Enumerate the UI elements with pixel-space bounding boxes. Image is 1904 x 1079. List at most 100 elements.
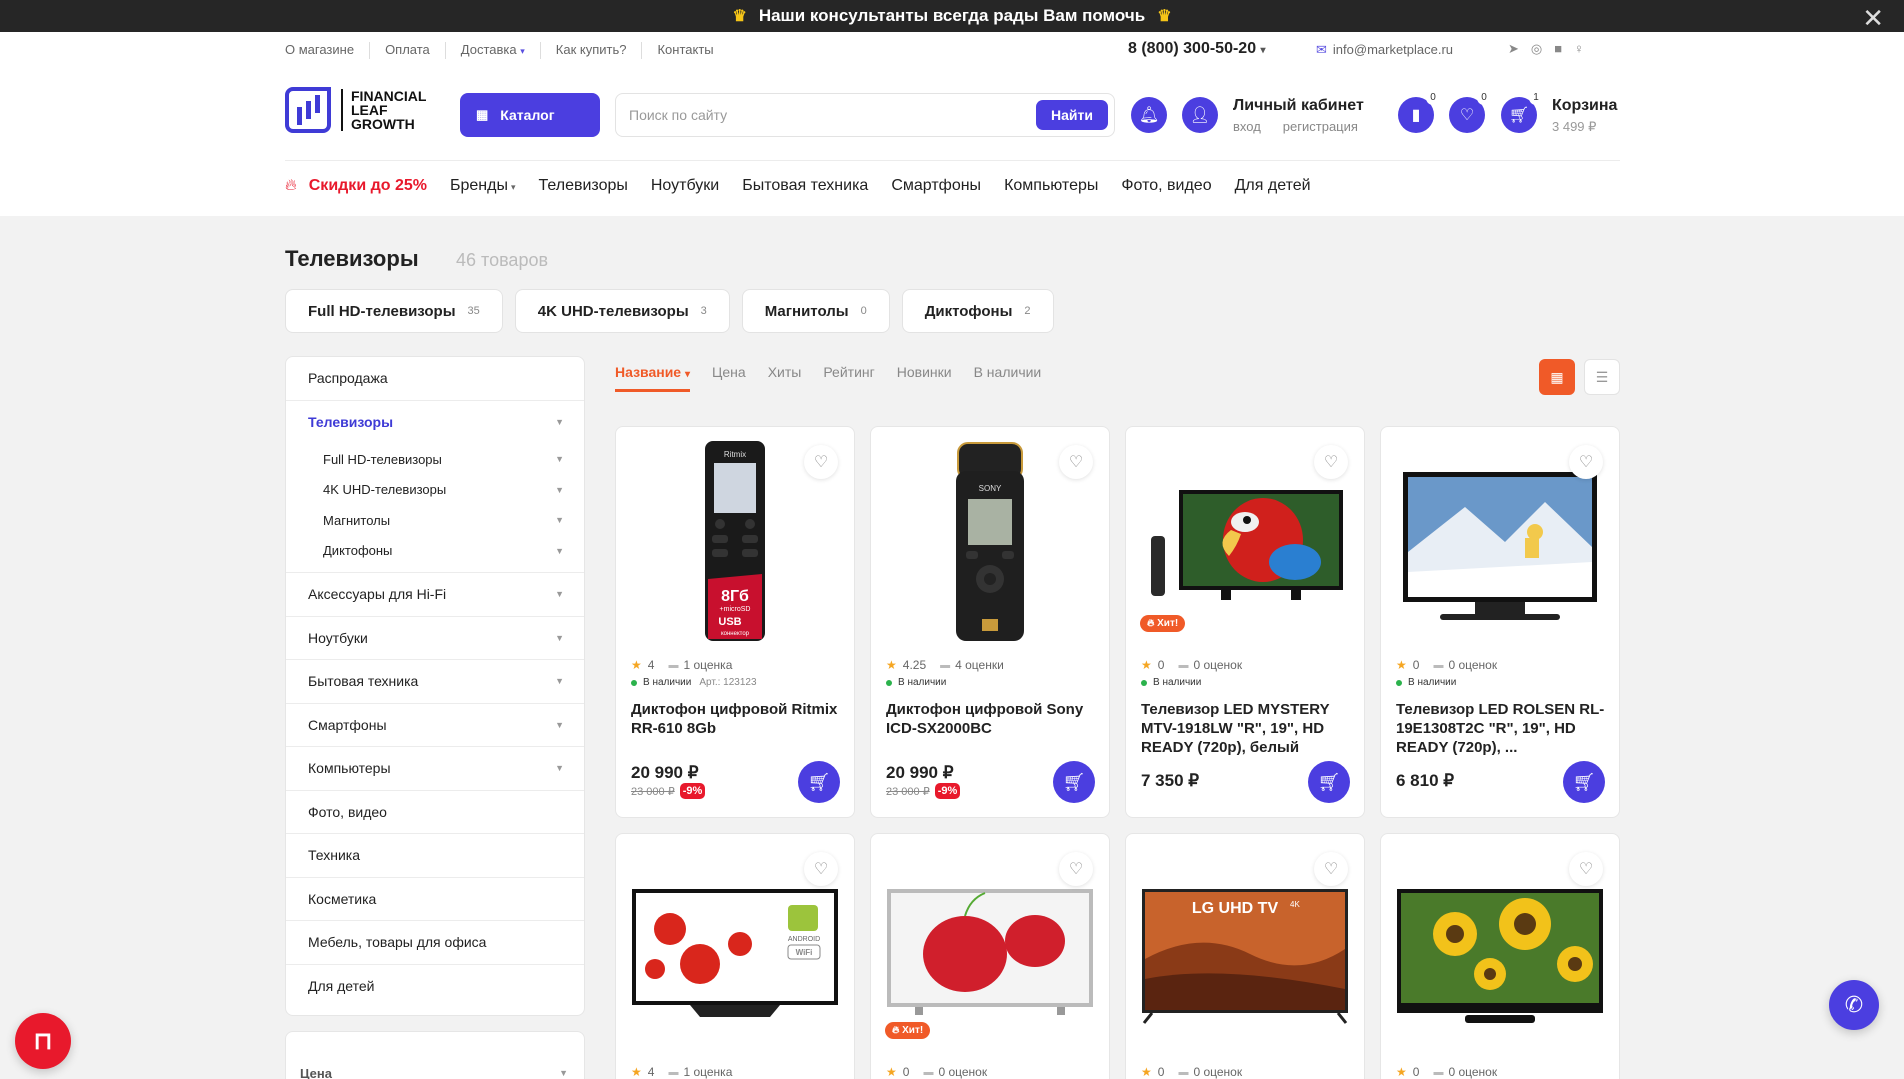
phone-call-icon[interactable]: ✆ — [1829, 980, 1879, 1030]
favorite-heart-icon[interactable]: ♡ — [1314, 445, 1348, 479]
chip-4k[interactable]: 4K UHD-телевизоры 3 — [514, 289, 730, 333]
sort-name[interactable]: Название ▾ — [615, 364, 691, 392]
sort-rating[interactable]: Рейтинг — [823, 364, 874, 392]
sort-in-stock[interactable]: В наличии — [974, 364, 1042, 392]
product-card[interactable]: SONY ♡ ★ 4.25 ▬ 4 оценки В наличии Диктофон… — [870, 426, 1110, 818]
whatsapp-icon[interactable]: ◎ — [1531, 41, 1542, 57]
account-block[interactable]: Личный кабинет вход регистрация — [1233, 97, 1380, 134]
sort-hits[interactable]: Хиты — [768, 364, 802, 392]
favorite-heart-icon[interactable]: ♡ — [1569, 852, 1603, 886]
product-card[interactable]: Ritmix 8Гб +microSD USB коннектор ♡ ★ 4 ▬ 1… — [615, 426, 855, 818]
search-button[interactable]: Найти — [1036, 100, 1108, 130]
sidebar-subitem[interactable]: 4K UHD-телевизоры ▼ — [323, 475, 564, 506]
sidebar-item-sale[interactable]: Распродажа — [286, 357, 584, 401]
sidebar-item-photo[interactable]: Фото, видео — [286, 791, 584, 834]
price-filter[interactable]: Цена ▼ — [285, 1031, 585, 1079]
product-card[interactable]: 🔥︎ Хит! ♡ ★ 0 ▬ 0 оценок В наличии Телевизо… — [1125, 426, 1365, 818]
sidebar-item-hifi[interactable]: Аксессуары для Hi-Fi ▼ — [286, 573, 584, 617]
product-card[interactable]: ♡ ★ 0 ▬ 0 оценок — [1380, 833, 1620, 1079]
nav-tv[interactable]: Телевизоры — [539, 177, 628, 195]
nav-laptops[interactable]: Ноутбуки — [651, 177, 719, 195]
favorite-heart-icon[interactable]: ♡ — [804, 445, 838, 479]
user-icon[interactable]: 👤︎ — [1182, 97, 1218, 133]
product-name[interactable]: Диктофон цифровой Sony ICD-SX2000BC — [886, 700, 1101, 738]
sidebar-item-appliances[interactable]: Бытовая техника ▼ — [286, 660, 584, 704]
chip-fullhd[interactable]: Full HD-телевизоры 35 — [285, 289, 503, 333]
close-icon[interactable]: ✕ — [1862, 3, 1884, 34]
product-name[interactable]: Диктофон цифровой Ritmix RR-610 8Gb — [631, 700, 846, 738]
toplink-how-to-buy[interactable]: Как купить? — [539, 42, 642, 59]
product-price: 20 990 ₽ — [886, 763, 954, 782]
sidebar-subitem[interactable]: Full HD-телевизоры ▼ — [323, 444, 564, 475]
product-card[interactable]: ♡ ★ 0 ▬ 0 оценок В наличии Телевизор LED RO… — [1380, 426, 1620, 818]
sort-price[interactable]: Цена — [712, 364, 746, 392]
stock-status: В наличии — [1396, 677, 1456, 688]
list-view-icon[interactable]: ☰ — [1584, 359, 1620, 395]
favorite-heart-icon[interactable]: ♡ — [804, 852, 838, 886]
add-to-cart-button[interactable]: 🛒︎ — [1563, 761, 1605, 803]
favorite-heart-icon[interactable]: ♡ — [1569, 445, 1603, 479]
nav-sale[interactable]: Скидки до 25% — [309, 177, 427, 195]
sidebar-item-computers[interactable]: Компьютеры ▼ — [286, 747, 584, 791]
add-to-cart-button[interactable]: 🛒︎ — [1308, 761, 1350, 803]
nav-computers[interactable]: Компьютеры — [1004, 177, 1098, 195]
stock-status: В наличии Арт.: 123123 — [631, 677, 757, 688]
nav-appliances[interactable]: Бытовая техника — [742, 177, 868, 195]
stock-status: В наличии — [886, 677, 946, 688]
sidebar-item-furniture[interactable]: Мебель, товары для офиса — [286, 921, 584, 965]
favorite-heart-icon[interactable]: ♡ — [1314, 852, 1348, 886]
toplink-payment[interactable]: Оплата — [369, 42, 445, 59]
login-link[interactable]: вход — [1233, 119, 1261, 134]
sort-new[interactable]: Новинки — [897, 364, 952, 392]
chevron-down-icon: ▼ — [555, 589, 564, 600]
logo[interactable]: FINANCIAL LEAF GROWTH — [285, 87, 426, 133]
sidebar-item-cosmetics[interactable]: Косметика — [286, 878, 584, 921]
product-card[interactable]: ANDROID WiFi ♡ ★ 4 ▬ 1 оценка — [615, 833, 855, 1079]
nav-smartphones[interactable]: Смартфоны — [891, 177, 981, 195]
sidebar-item-tv[interactable]: Телевизоры ▼ — [286, 401, 584, 445]
sidebar-subitem[interactable]: Диктофоны ▼ — [323, 536, 564, 567]
chip-radios[interactable]: Магнитолы 0 — [741, 289, 890, 333]
cart-icon[interactable]: 🛒︎ 1 — [1501, 91, 1543, 133]
register-link[interactable]: регистрация — [1283, 119, 1358, 134]
toplink-about[interactable]: О магазине — [285, 42, 369, 59]
product-card[interactable]: LG UHD TV 4K ♡ ★ 0 ▬ 0 оценок — [1125, 833, 1365, 1079]
telegram-icon[interactable]: ➤ — [1508, 41, 1519, 57]
cart-block[interactable]: Корзина 3 499 ₽ — [1552, 97, 1617, 135]
vk-icon[interactable]: ■ — [1554, 41, 1562, 57]
bell-icon[interactable]: 🔔︎ — [1131, 97, 1167, 133]
nav-kids[interactable]: Для детей — [1235, 177, 1311, 195]
catalog-button[interactable]: ▦ Каталог — [460, 93, 600, 137]
heart-icon[interactable]: ♡ 0 — [1449, 91, 1491, 133]
favorite-heart-icon[interactable]: ♡ — [1059, 852, 1093, 886]
product-name[interactable]: Телевизор LED MYSTERY MTV-1918LW "R", 19… — [1141, 700, 1356, 757]
grid-view-icon[interactable]: ▦ — [1539, 359, 1575, 395]
sidebar-item-tech[interactable]: Техника — [286, 834, 584, 878]
email-link[interactable]: ✉ info@marketplace.ru — [1316, 42, 1453, 58]
sidebar-item-smartphones[interactable]: Смартфоны ▼ — [286, 704, 584, 747]
chip-recorders[interactable]: Диктофоны 2 — [901, 289, 1054, 333]
search-input[interactable] — [616, 94, 1036, 136]
nav-photo[interactable]: Фото, видео — [1121, 177, 1211, 195]
sidebar-item-kids[interactable]: Для детей — [286, 965, 584, 1009]
sidebar-item-laptops[interactable]: Ноутбуки ▼ — [286, 617, 584, 660]
add-to-cart-button[interactable]: 🛒︎ — [798, 761, 840, 803]
favorite-heart-icon[interactable]: ♡ — [1059, 445, 1093, 479]
chevron-down-icon: ▼ — [555, 484, 564, 495]
crown-icon: ♛ — [1157, 8, 1172, 25]
compare-icon[interactable]: ▮ 0 — [1398, 91, 1440, 133]
product-name[interactable]: Телевизор LED ROLSEN RL-19E1308T2C "R", … — [1396, 700, 1611, 757]
banner-text: Наши консультанты всегда рады Вам помочь — [758, 6, 1146, 25]
toplink-contacts[interactable]: Контакты — [641, 42, 728, 59]
star-icon: ★ — [1396, 1065, 1407, 1079]
product-card[interactable]: 🔥︎ Хит! ♡ ★ 0 ▬ 0 оценок — [870, 833, 1110, 1079]
product-price: 7 350 ₽ — [1141, 771, 1200, 790]
phone[interactable]: 8 (800) 300-50-20 ▾ — [1128, 40, 1266, 58]
nav-brands[interactable]: Бренды ▾ — [450, 177, 516, 195]
paint-roller-icon[interactable]: ⊓ — [15, 1013, 71, 1069]
product-price: 6 810 ₽ — [1396, 771, 1455, 790]
add-to-cart-button[interactable]: 🛒︎ — [1053, 761, 1095, 803]
sidebar-subitem[interactable]: Магнитолы ▼ — [323, 505, 564, 536]
toplink-delivery[interactable]: Доставка ▾ — [444, 42, 540, 59]
odnoklassniki-icon[interactable]: ♀ — [1574, 41, 1584, 57]
